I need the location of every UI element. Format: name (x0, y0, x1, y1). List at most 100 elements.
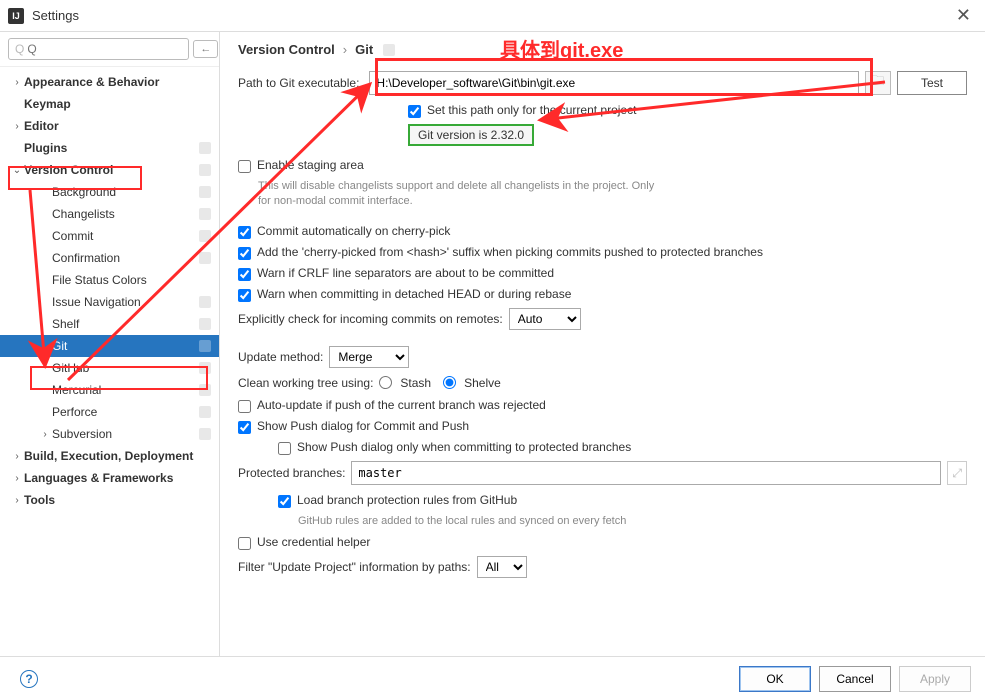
close-icon[interactable]: ✕ (950, 5, 977, 26)
filter-select[interactable]: All (477, 556, 527, 578)
sidebar-item-subversion[interactable]: ›Subversion (0, 423, 219, 445)
browse-folder-icon[interactable]: 🗀 (865, 71, 891, 95)
search-icon: Q (15, 42, 24, 56)
clean-stash-radio[interactable] (379, 376, 392, 389)
chevron-icon: › (12, 121, 22, 132)
sidebar-item-version-control[interactable]: ⌄Version Control (0, 159, 219, 181)
sidebar-item-label: Changelists (52, 207, 199, 221)
cherry-auto-label: Commit automatically on cherry-pick (257, 224, 450, 238)
test-button[interactable]: Test (897, 71, 967, 95)
sidebar-item-label: Issue Navigation (52, 295, 199, 309)
sidebar-item-label: File Status Colors (52, 273, 211, 287)
sidebar-item-plugins[interactable]: Plugins (0, 137, 219, 159)
detached-warn-checkbox[interactable] (238, 289, 251, 302)
show-push-checkbox[interactable] (238, 421, 251, 434)
explicit-check-select[interactable]: Auto (509, 308, 581, 330)
cancel-button[interactable]: Cancel (819, 666, 891, 692)
git-version-badge: Git version is 2.32.0 (408, 124, 534, 146)
breadcrumb-sep: › (343, 42, 347, 57)
set-current-label: Set this path only for the current proje… (427, 103, 636, 117)
cherry-suffix-checkbox[interactable] (238, 247, 251, 260)
sidebar-item-mercurial[interactable]: Mercurial (0, 379, 219, 401)
set-current-project-checkbox[interactable] (408, 105, 421, 118)
sidebar-item-tools[interactable]: ›Tools (0, 489, 219, 511)
update-method-select[interactable]: Merge (329, 346, 409, 368)
sidebar-item-issue-navigation[interactable]: Issue Navigation (0, 291, 219, 313)
show-push-protected-checkbox[interactable] (278, 442, 291, 455)
crlf-warn-checkbox[interactable] (238, 268, 251, 281)
protected-input[interactable] (351, 461, 941, 485)
scope-badge-icon (199, 252, 211, 264)
scope-badge (383, 44, 395, 56)
chevron-icon: › (12, 77, 22, 88)
auto-update-checkbox[interactable] (238, 400, 251, 413)
sidebar-item-github[interactable]: GitHub (0, 357, 219, 379)
sidebar-item-perforce[interactable]: Perforce (0, 401, 219, 423)
detached-warn-label: Warn when committing in detached HEAD or… (257, 287, 571, 301)
help-icon[interactable]: ? (20, 670, 38, 688)
back-button[interactable]: ← (193, 40, 218, 58)
sidebar-item-label: Perforce (52, 405, 199, 419)
expand-icon[interactable]: ⤢ (947, 461, 967, 485)
cred-helper-label: Use credential helper (257, 535, 370, 549)
scope-badge-icon (199, 142, 211, 154)
staging-hint: This will disable changelists support an… (258, 179, 658, 210)
sidebar-item-label: Keymap (24, 97, 211, 111)
sidebar-item-build-execution-deployment[interactable]: ›Build, Execution, Deployment (0, 445, 219, 467)
app-icon: IJ (8, 8, 24, 24)
scope-badge-icon (199, 428, 211, 440)
sidebar-item-background[interactable]: Background (0, 181, 219, 203)
scope-badge-icon (199, 362, 211, 374)
sidebar-item-label: Git (52, 339, 199, 353)
sidebar-item-label: Commit (52, 229, 199, 243)
ok-button[interactable]: OK (739, 666, 811, 692)
sidebar-item-changelists[interactable]: Changelists (0, 203, 219, 225)
load-branch-checkbox[interactable] (278, 495, 291, 508)
clean-stash-label: Stash (400, 376, 431, 390)
filter-label: Filter "Update Project" information by p… (238, 560, 471, 574)
search-input-wrapper[interactable]: Q (8, 38, 189, 60)
enable-staging-checkbox[interactable] (238, 160, 251, 173)
sidebar-item-shelf[interactable]: Shelf (0, 313, 219, 335)
load-branch-label: Load branch protection rules from GitHub (297, 493, 517, 507)
sidebar-item-keymap[interactable]: Keymap (0, 93, 219, 115)
path-label: Path to Git executable: (238, 76, 359, 90)
scope-badge-icon (199, 230, 211, 242)
enable-staging-label: Enable staging area (257, 158, 364, 172)
sidebar-item-label: Tools (24, 493, 211, 507)
sidebar-item-appearance-behavior[interactable]: ›Appearance & Behavior (0, 71, 219, 93)
protected-label: Protected branches: (238, 466, 345, 480)
sidebar-item-label: Version Control (24, 163, 199, 177)
clean-tree-label: Clean working tree using: (238, 376, 373, 390)
show-push-label: Show Push dialog for Commit and Push (257, 419, 469, 433)
scope-badge-icon (199, 340, 211, 352)
scope-badge-icon (199, 384, 211, 396)
clean-shelve-label: Shelve (464, 376, 501, 390)
chevron-icon: › (12, 451, 22, 462)
sidebar-item-confirmation[interactable]: Confirmation (0, 247, 219, 269)
cred-helper-checkbox[interactable] (238, 537, 251, 550)
clean-shelve-radio[interactable] (443, 376, 456, 389)
breadcrumb-b: Git (355, 42, 373, 57)
sidebar-item-editor[interactable]: ›Editor (0, 115, 219, 137)
breadcrumb-a: Version Control (238, 42, 335, 57)
update-method-label: Update method: (238, 350, 323, 364)
sidebar-item-commit[interactable]: Commit (0, 225, 219, 247)
sidebar-item-label: Appearance & Behavior (24, 75, 211, 89)
chevron-icon: ⌄ (12, 165, 22, 176)
sidebar-item-label: Plugins (24, 141, 199, 155)
sidebar-item-label: Languages & Frameworks (24, 471, 211, 485)
git-path-input[interactable] (369, 71, 859, 95)
sidebar-item-label: Confirmation (52, 251, 199, 265)
search-input[interactable] (27, 42, 182, 56)
apply-button[interactable]: Apply (899, 666, 971, 692)
sidebar-item-file-status-colors[interactable]: File Status Colors (0, 269, 219, 291)
sidebar-item-label: Shelf (52, 317, 199, 331)
chevron-icon: › (40, 429, 50, 440)
sidebar-item-label: Editor (24, 119, 211, 133)
sidebar-item-languages-frameworks[interactable]: ›Languages & Frameworks (0, 467, 219, 489)
cherry-auto-checkbox[interactable] (238, 226, 251, 239)
dialog-footer: ? OK Cancel Apply (0, 656, 985, 700)
sidebar-item-git[interactable]: Git (0, 335, 219, 357)
chevron-icon: › (12, 473, 22, 484)
